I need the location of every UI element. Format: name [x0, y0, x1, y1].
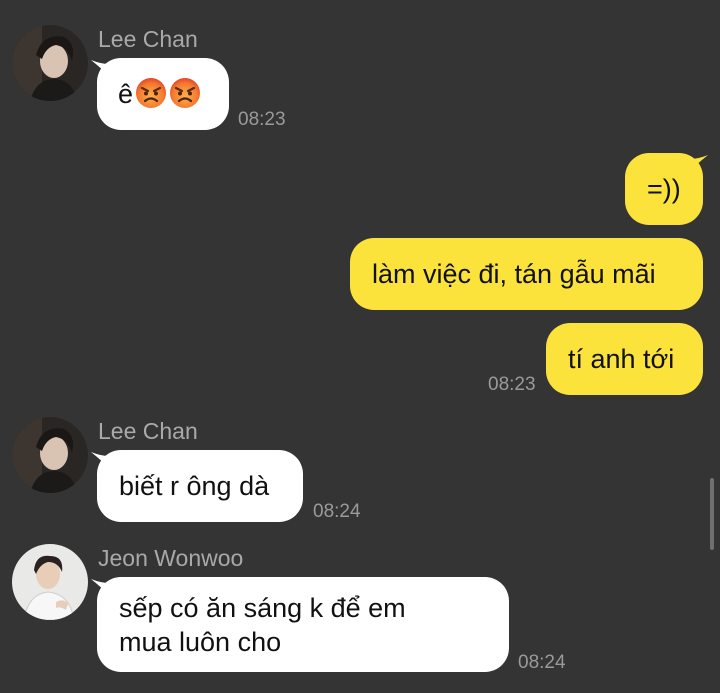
message-time: 08:23 [238, 109, 286, 130]
sender-name: Lee Chan [98, 26, 198, 52]
sender-name: Jeon Wonwoo [98, 545, 244, 571]
avatar-lee-chan-icon [12, 25, 88, 101]
message-bubble[interactable]: biết r ông dà [97, 450, 303, 522]
avatar[interactable] [12, 544, 88, 620]
angry-face-icon [135, 77, 167, 109]
message-bubble-outgoing[interactable]: làm việc đi, tán gẫu mãi [350, 238, 703, 310]
message-text: làm việc đi, tán gẫu mãi [372, 259, 656, 289]
message-text-line: mua luôn cho [119, 627, 282, 657]
angry-face-icon [169, 77, 201, 109]
message-text: ê [118, 79, 134, 109]
message-bubble-outgoing[interactable]: tí anh tới [546, 323, 703, 395]
sender-name: Lee Chan [98, 418, 198, 444]
message-bubble[interactable]: ê [97, 58, 229, 130]
avatar[interactable] [12, 417, 88, 493]
message-text: biết r ông dà [119, 471, 270, 501]
message-text: =)) [647, 174, 681, 204]
message-time: 08:23 [488, 374, 536, 395]
avatar-lee-chan-icon [12, 417, 88, 493]
message-time: 08:24 [518, 652, 566, 673]
message-text-line: sếp có ăn sáng k để em [119, 593, 406, 623]
scrollbar-thumb[interactable] [710, 478, 714, 550]
avatar-jeon-wonwoo-icon [12, 544, 88, 620]
message-bubble[interactable]: sếp có ăn sáng k để em mua luôn cho [97, 577, 509, 672]
message-time: 08:24 [313, 501, 361, 522]
message-text: tí anh tới [568, 344, 675, 374]
message-bubble-outgoing[interactable]: =)) [625, 153, 703, 225]
avatar[interactable] [12, 25, 88, 101]
